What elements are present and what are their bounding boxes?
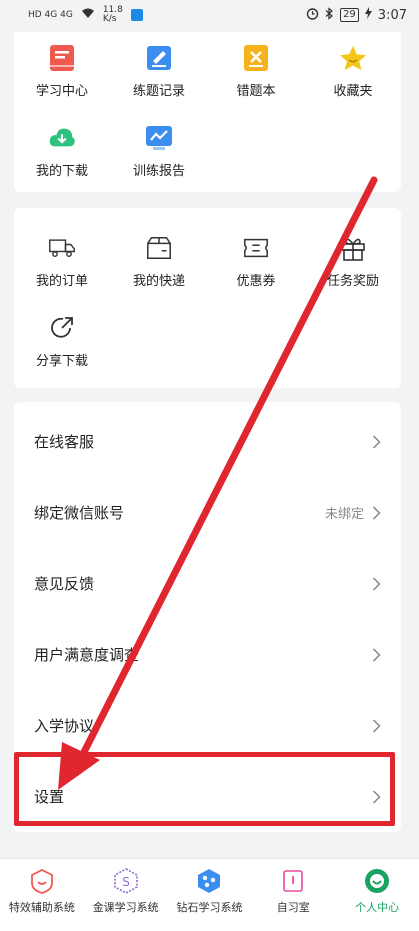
- grid-item-favorites[interactable]: 收藏夹: [305, 44, 401, 99]
- clock-time: 3:07: [377, 7, 407, 23]
- pencil-note-icon: [145, 44, 173, 72]
- grid-label: 我的下载: [35, 164, 88, 179]
- tab-label: 金课学习系统: [92, 901, 159, 914]
- wechat-bind-status: 未绑定: [324, 507, 364, 522]
- chevron-right-icon: [372, 789, 381, 804]
- menu-title: 意见反馈: [34, 575, 95, 593]
- grid-item-my-orders[interactable]: 我的订单: [14, 234, 110, 289]
- menu-title: 用户满意度调查: [34, 646, 140, 664]
- grid-label: 收藏夹: [333, 84, 373, 99]
- menu-row-satisfaction-survey[interactable]: 用户满意度调查: [14, 619, 401, 690]
- tab-label: 钻石学习系统: [176, 901, 243, 914]
- net-speed: 11.8 K/s: [102, 5, 123, 24]
- cloud-download-icon: [48, 124, 76, 152]
- chevron-right-icon: [372, 718, 381, 733]
- status-right: 29 3:07: [306, 6, 407, 24]
- menu-title: 绑定微信账号: [34, 504, 125, 522]
- menu-row-feedback[interactable]: 意见反馈: [14, 548, 401, 619]
- menu-row-settings[interactable]: 设置: [14, 761, 401, 832]
- tab-label: 特效辅助系统: [8, 901, 75, 914]
- menu-title: 入学协议: [34, 717, 95, 735]
- learning-tools-card: 学习中心 练题记录 错题本 收藏夹 我的下载 训练报告: [14, 32, 401, 192]
- grid-item-wrong-questions[interactable]: 错题本: [208, 44, 304, 99]
- report-chart-icon: [145, 124, 173, 152]
- book-icon: [48, 44, 76, 72]
- chevron-right-icon: [372, 434, 381, 449]
- tab-effect-assist[interactable]: 特效辅助系统: [0, 859, 84, 931]
- package-icon: [145, 234, 173, 262]
- menu-row-online-service[interactable]: 在线客服: [14, 406, 401, 477]
- charging-icon: [364, 7, 372, 23]
- grid-label: 练题记录: [132, 84, 185, 99]
- grid-item-practice-records[interactable]: 练题记录: [111, 44, 207, 99]
- settings-menu-card: 在线客服 绑定微信账号 未绑定 意见反馈 用户满意度调查 入学协议 设置: [14, 402, 401, 832]
- study-room-icon: [279, 867, 307, 895]
- profile-smile-icon: [363, 867, 391, 895]
- chevron-right-icon: [372, 505, 381, 520]
- app-notification-icon: [130, 9, 143, 21]
- grid-label: 训练报告: [132, 164, 185, 179]
- chevron-right-icon: [372, 647, 381, 662]
- share-icon: [48, 314, 76, 342]
- menu-title: 设置: [34, 788, 65, 806]
- alarm-icon: [306, 7, 319, 24]
- tab-study-room[interactable]: 自习室: [251, 859, 335, 931]
- grid-label: 学习中心: [35, 84, 88, 99]
- grid-item-task-rewards[interactable]: 任务奖励: [305, 234, 401, 289]
- grid-item-share-download[interactable]: 分享下载: [14, 314, 110, 369]
- tab-label: 个人中心: [355, 901, 400, 914]
- grid-item-my-downloads[interactable]: 我的下载: [14, 124, 110, 179]
- tab-personal-center[interactable]: 个人中心: [335, 859, 419, 931]
- grid-label: 优惠券: [236, 274, 276, 289]
- menu-row-enrollment-agreement[interactable]: 入学协议: [14, 690, 401, 761]
- tab-label: 自习室: [276, 901, 310, 914]
- grid-item-study-center[interactable]: 学习中心: [14, 44, 110, 99]
- heart-shield-icon: [28, 867, 56, 895]
- status-left: HD 4G 4G 11.8 K/s: [28, 6, 143, 24]
- tab-diamond-learning[interactable]: 钻石学习系统: [168, 859, 252, 931]
- grid-label: 我的订单: [35, 274, 88, 289]
- star-icon: [339, 44, 367, 72]
- menu-row-bind-wechat[interactable]: 绑定微信账号 未绑定: [14, 477, 401, 548]
- network-indicator: HD 4G 4G: [28, 10, 73, 20]
- grid-label: 任务奖励: [326, 274, 379, 289]
- grid-label: 分享下载: [35, 354, 88, 369]
- tab-golden-course[interactable]: S 金课学习系统: [84, 859, 168, 931]
- grid-item-coupons[interactable]: 优惠券: [208, 234, 304, 289]
- truck-icon: [48, 234, 76, 262]
- battery-level: 29: [340, 8, 359, 22]
- s-hexagon-icon: S: [112, 867, 140, 895]
- menu-title: 在线客服: [34, 433, 95, 451]
- molecule-icon: [195, 867, 223, 895]
- orders-services-card: 我的订单 我的快递 优惠券 任务奖励 分享下载: [14, 208, 401, 388]
- coupon-icon: [242, 234, 270, 262]
- chevron-right-icon: [372, 576, 381, 591]
- grid-label: 我的快递: [132, 274, 185, 289]
- bluetooth-icon: [325, 6, 334, 24]
- grid-item-training-report[interactable]: 训练报告: [111, 124, 207, 179]
- status-bar: HD 4G 4G 11.8 K/s 29 3:07: [0, 0, 419, 30]
- bottom-tab-bar: 特效辅助系统 S 金课学习系统 钻石学习系统 自习室 个人中心: [0, 858, 419, 931]
- wrong-note-icon: [242, 44, 270, 72]
- gift-icon: [339, 234, 367, 262]
- wifi-icon: [81, 8, 95, 22]
- svg-text:S: S: [122, 875, 130, 889]
- grid-label: 错题本: [236, 84, 276, 99]
- grid-item-my-express[interactable]: 我的快递: [111, 234, 207, 289]
